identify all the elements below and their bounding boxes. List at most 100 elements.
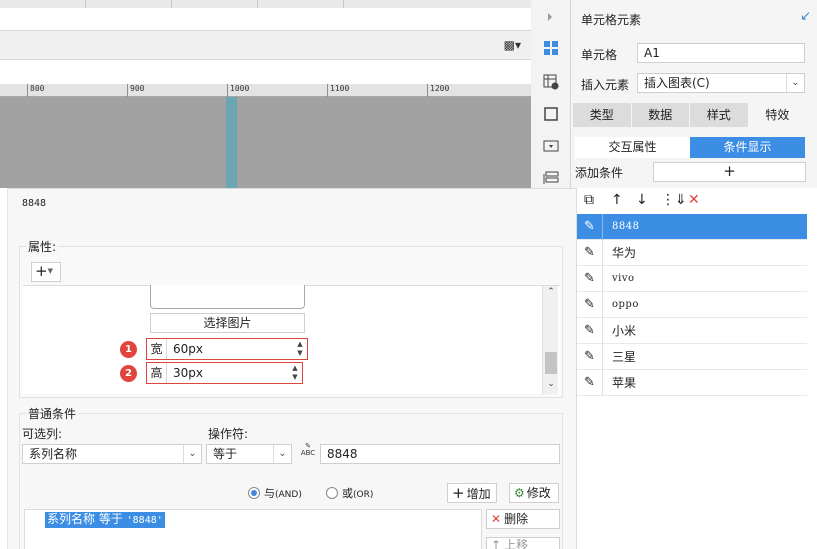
row-divider	[602, 318, 603, 344]
condition-list-panel: ⧉ ↑ ↓ ⋮⇓ ✕ ✎ 8848 ✎ 华为 ✎ vivo ✎ oppo ✎ 小米 ✎ 三星 ✎ 苹果	[576, 188, 817, 549]
arrow-down-icon[interactable]: ↓	[636, 192, 648, 208]
ruler-tick: 800	[27, 84, 44, 97]
select-image-button[interactable]: 选择图片	[150, 313, 305, 333]
radio-and-label: 与	[264, 487, 275, 500]
condition-row[interactable]: ✎ vivo	[577, 266, 807, 292]
attribute-scrollbar[interactable]: ⌃ ⌄	[542, 286, 558, 394]
arrow-up-icon[interactable]: ↑	[611, 192, 623, 208]
tab-effects[interactable]: 特效	[748, 103, 807, 127]
move-up-button[interactable]: ↑ 上移	[486, 537, 560, 549]
tab-segment[interactable]	[0, 0, 86, 8]
scroll-up-icon[interactable]: ⌃	[543, 287, 559, 297]
column-select[interactable]: 系列名称 ⌄	[22, 444, 202, 464]
row-divider	[602, 214, 603, 240]
height-field[interactable]: 高 30px ▲ ▼	[146, 362, 303, 384]
radio-and[interactable]: 与(AND)	[248, 485, 302, 501]
chevron-down-icon[interactable]: ⌄	[273, 445, 291, 463]
scroll-down-icon[interactable]: ⌄	[543, 379, 559, 389]
tab-data[interactable]: 数据	[631, 103, 690, 127]
condition-value-input[interactable]: 8848	[320, 444, 560, 464]
left-edge	[0, 188, 8, 549]
tab-style[interactable]: 样式	[690, 103, 749, 127]
condition-row[interactable]: ✎ 小米	[577, 318, 807, 344]
tab-type[interactable]: 类型	[573, 103, 632, 127]
edit-pencil-icon[interactable]: ✎	[584, 323, 595, 338]
scrollbar-thumb[interactable]	[545, 352, 557, 374]
edit-pencil-icon[interactable]: ✎	[584, 349, 595, 364]
panel-title: 单元格元素	[581, 13, 642, 27]
tab-segment[interactable]	[172, 0, 258, 8]
image-preview	[150, 285, 305, 309]
chevron-down-icon[interactable]: ⌄	[786, 74, 804, 92]
format-painter-icon[interactable]: ▩▾	[504, 38, 521, 52]
selected-column-highlight[interactable]	[226, 97, 237, 188]
subtab-interaction[interactable]: 交互属性	[575, 137, 690, 158]
chevron-down-icon[interactable]: ⌄	[183, 445, 201, 463]
operator-select[interactable]: 等于 ⌄	[206, 444, 292, 464]
tab-segment[interactable]	[258, 0, 344, 8]
radio-or[interactable]: 或(OR)	[326, 485, 373, 501]
edit-pencil-icon[interactable]: ✎	[584, 271, 595, 286]
tab-segment[interactable]	[86, 0, 172, 8]
condition-row[interactable]: ✎ 三星	[577, 344, 807, 370]
expand-arrow-icon[interactable]	[545, 10, 555, 24]
close-icon: ✕	[491, 512, 502, 526]
data-set-icon[interactable]	[543, 170, 559, 186]
ruler-tick: 1200	[427, 84, 449, 97]
top-tab-strip	[0, 0, 531, 8]
cell-attribute-icon[interactable]	[543, 74, 559, 90]
radio-dot[interactable]	[248, 487, 260, 499]
column-label: 可选列:	[22, 427, 63, 441]
dropdown-widget-icon[interactable]	[543, 138, 559, 154]
radio-dot[interactable]	[326, 487, 338, 499]
widget-frame-icon[interactable]	[543, 106, 559, 122]
edit-pencil-icon[interactable]: ✎	[584, 297, 595, 312]
edit-pencil-icon[interactable]: ✎	[584, 219, 595, 234]
add-condition-button[interactable]: +	[653, 162, 806, 182]
annotation-badge: 1	[120, 341, 137, 358]
add-attribute-dropdown[interactable]: +▼	[31, 262, 61, 282]
row-divider	[602, 266, 603, 292]
row-divider	[602, 240, 603, 266]
plus-icon: +	[452, 484, 465, 502]
condition-row[interactable]: ✎ oppo	[577, 292, 807, 318]
move-up-button-label: 上移	[504, 538, 529, 549]
insert-element-select[interactable]: 插入图表(C) ⌄	[637, 73, 805, 93]
edit-pencil-icon[interactable]: ✎	[584, 375, 595, 390]
cell-label: 单元格	[581, 48, 618, 62]
condition-dialog: 8848 属性: +▼ ⌃ ⌄ 选择图片 1 宽 60px ▲ ▼ 2 高 30p…	[0, 188, 576, 549]
report-canvas[interactable]	[0, 97, 531, 188]
width-stepper-icon[interactable]: ▲ ▼	[294, 340, 306, 358]
common-condition-label: 普通条件	[26, 405, 79, 422]
dialog-title: 8848	[22, 198, 47, 209]
height-stepper-icon[interactable]: ▲ ▼	[289, 364, 301, 382]
collapse-panel-icon[interactable]: ↙	[800, 9, 811, 24]
condition-row[interactable]: ✎ 华为	[577, 240, 807, 266]
attribute-group-label: 属性:	[26, 238, 59, 255]
condition-row[interactable]: ✎ 8848	[577, 214, 807, 240]
cell-value: A1	[644, 46, 660, 60]
value-type-icon[interactable]: ✎ ABC	[298, 443, 318, 465]
condition-text: 系列名称 等于	[47, 512, 127, 526]
add-button[interactable]: + 增加	[447, 483, 497, 503]
condition-quoted-value: '8848'	[126, 515, 163, 526]
width-label: 宽	[147, 339, 167, 359]
cell-element-icon[interactable]	[543, 40, 559, 56]
condition-item[interactable]: 系列名称 等于 '8848'	[45, 512, 165, 528]
condition-row[interactable]: ✎ 苹果	[577, 370, 807, 396]
copy-icon[interactable]: ⧉	[584, 192, 594, 208]
edit-pencil-icon[interactable]: ✎	[584, 245, 595, 260]
condition-row-label: 三星	[612, 350, 637, 364]
condition-list-box[interactable]: 系列名称 等于 '8848'	[24, 509, 482, 549]
close-icon[interactable]: ✕	[688, 192, 700, 208]
designer-toolbar: ▩▾	[0, 30, 531, 60]
width-value: 60px	[173, 342, 203, 356]
modify-button[interactable]: ⚙ 修改	[509, 483, 559, 503]
width-field[interactable]: 宽 60px ▲ ▼	[146, 338, 308, 360]
cell-input[interactable]: A1	[637, 43, 805, 63]
panel-tabs: 类型 数据 样式 特效	[573, 103, 807, 127]
value-type-label: ABC	[300, 449, 316, 457]
delete-button[interactable]: ✕ 删除	[486, 509, 560, 529]
move-to-bottom-icon[interactable]: ⋮⇓	[661, 192, 687, 208]
subtab-conditional-display[interactable]: 条件显示	[690, 137, 805, 158]
